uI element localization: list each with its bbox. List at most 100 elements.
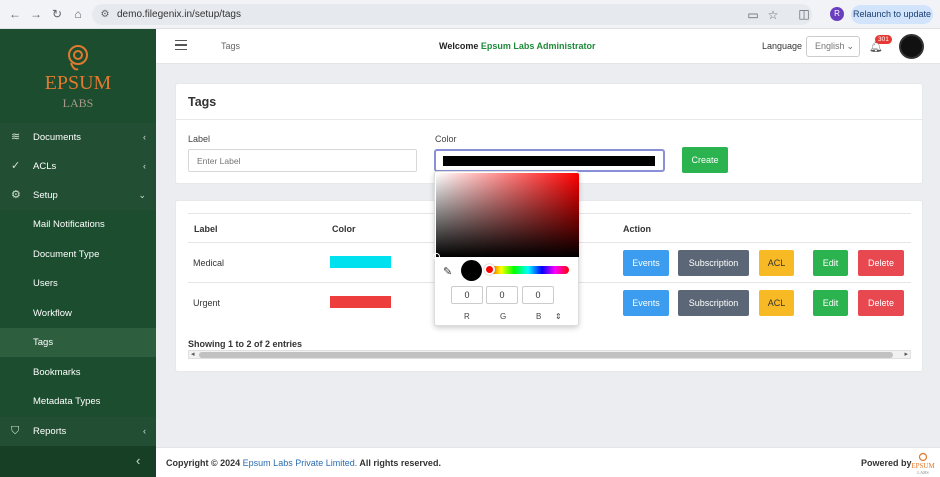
format-toggle-icon[interactable]: ⇕ <box>555 312 562 321</box>
user-avatar[interactable] <box>899 34 924 59</box>
epsum-labs-logo[interactable]: EPSUM LABS <box>38 39 118 119</box>
copyright-text: Copyright © 2024 Epsum Labs Private Limi… <box>166 458 441 468</box>
install-app-icon[interactable]: ▭ <box>746 8 760 22</box>
row-label: Medical <box>193 258 225 268</box>
acl-button[interactable]: ACL <box>759 290 794 316</box>
copyright-suffix: All rights reserved. <box>359 458 441 468</box>
green-label: G <box>500 312 507 321</box>
sidebar-item-label: Users <box>33 278 58 289</box>
site-settings-icon[interactable]: ⚙ <box>98 8 112 22</box>
events-button[interactable]: Events <box>623 250 669 276</box>
home-icon[interactable]: ⌂ <box>71 7 85 21</box>
sidebar-item-label: Setup <box>33 190 58 201</box>
eyedropper-icon[interactable]: ✎ <box>443 265 452 278</box>
subscription-button[interactable]: Subscription <box>678 290 749 316</box>
chevron-left-icon: ‹ <box>143 132 146 142</box>
saturation-handle[interactable] <box>433 253 440 260</box>
browser-profile-avatar[interactable]: R <box>830 7 844 21</box>
sidebar-item-label: Tags <box>33 337 54 348</box>
delete-button[interactable]: Delete <box>858 250 904 276</box>
scroll-left-icon[interactable]: ◂ <box>191 350 195 358</box>
footer-logo-subtext: LABS <box>917 470 929 475</box>
horizontal-scrollbar[interactable]: ◂ ▸ <box>188 350 911 359</box>
sidebar-item-documents[interactable]: ≋ Documents ‹ <box>0 123 156 152</box>
edit-button[interactable]: Edit <box>813 250 848 276</box>
label-input[interactable] <box>188 149 417 172</box>
sidebar-item-bookmarks[interactable]: Bookmarks <box>0 358 156 387</box>
subscription-button[interactable]: Subscription <box>678 250 749 276</box>
scroll-right-icon[interactable]: ▸ <box>904 350 908 358</box>
notification-badge: 301 <box>875 35 892 44</box>
reload-icon[interactable]: ↻ <box>50 7 64 21</box>
blue-input[interactable]: 0 <box>522 286 554 304</box>
acl-button[interactable]: ACL <box>759 250 794 276</box>
sidebar-item-label: Reports <box>33 426 67 437</box>
sidebar-item-label: ACLs <box>33 161 57 172</box>
layers-icon: ≋ <box>11 131 21 143</box>
shield-icon: ⛉ <box>11 425 20 437</box>
sidebar-item-label: Mail Notifications <box>33 219 105 230</box>
logo-text: EPSUM <box>45 72 112 94</box>
extensions-icon[interactable]: ◫ <box>797 7 811 21</box>
tag-form-card: Tags Label Color Create <box>175 83 923 184</box>
blue-label: B <box>536 312 542 321</box>
footer-logo: EPSUM LABS <box>911 452 935 475</box>
language-select[interactable]: English ⌄ <box>806 36 860 57</box>
scrollbar-thumb[interactable] <box>199 352 893 358</box>
saturation-value-area[interactable] <box>433 173 579 260</box>
language-value: English <box>815 41 845 51</box>
hue-slider[interactable] <box>487 266 569 274</box>
sidebar-item-label: Workflow <box>33 308 72 319</box>
column-header-label[interactable]: Label <box>194 224 218 234</box>
delete-button[interactable]: Delete <box>858 290 904 316</box>
copyright-prefix: Copyright © 2024 <box>166 458 241 468</box>
language-label: Language <box>762 41 803 51</box>
footer-logo-text: EPSUM <box>911 462 935 470</box>
bookmark-star-icon[interactable]: ☆ <box>766 8 780 22</box>
row-color-swatch <box>330 256 391 268</box>
sidebar-item-label: Metadata Types <box>33 396 101 407</box>
chevron-left-icon: ‹ <box>143 161 146 171</box>
edit-button[interactable]: Edit <box>813 290 848 316</box>
sidebar-item-metadata-types[interactable]: Metadata Types <box>0 387 156 416</box>
sidebar-item-tags[interactable]: Tags <box>0 328 156 357</box>
sidebar-item-users[interactable]: Users <box>0 269 156 298</box>
forward-icon[interactable]: → <box>29 7 43 21</box>
row-label: Urgent <box>193 298 221 308</box>
color-input[interactable] <box>434 149 665 172</box>
sidebar-item-acls[interactable]: ✓ ACLs ‹ <box>0 152 156 181</box>
label-field-label: Label <box>188 134 211 144</box>
topbar: Tags Welcome Epsum Labs Administrator La… <box>156 29 940 64</box>
chevron-down-icon: ⌄ <box>846 41 854 51</box>
collapse-sidebar-icon[interactable]: ‹ <box>136 453 140 468</box>
sidebar-item-mail-notifications[interactable]: Mail Notifications <box>0 210 156 239</box>
column-header-color[interactable]: Color <box>332 224 356 234</box>
color-field-label: Color <box>435 134 457 144</box>
hue-slider-handle[interactable] <box>484 264 495 275</box>
table-info: Showing 1 to 2 of 2 entries <box>188 339 303 349</box>
company-link[interactable]: Epsum Labs Private Limited. <box>243 458 358 468</box>
check-circle-icon: ✓ <box>11 160 21 172</box>
red-input[interactable]: 0 <box>451 286 483 304</box>
chevron-down-icon: ⌄ <box>138 190 146 200</box>
welcome-username: Epsum Labs Administrator <box>480 41 596 51</box>
page-title: Tags <box>188 95 217 109</box>
menu-toggle-icon[interactable] <box>175 40 187 50</box>
sidebar-item-workflow[interactable]: Workflow <box>0 299 156 328</box>
address-bar[interactable]: ⚙ demo.filegenix.in/setup/tags ▭ ☆ <box>92 4 812 25</box>
green-input[interactable]: 0 <box>486 286 518 304</box>
sidebar-item-label: Bookmarks <box>33 367 81 378</box>
color-swatch <box>443 156 655 166</box>
create-button[interactable]: Create <box>682 147 728 173</box>
sidebar-item-reports[interactable]: ⛉ Reports ‹ <box>0 417 156 446</box>
gear-icon: ⚙ <box>11 189 21 201</box>
sidebar-item-setup[interactable]: ⚙ Setup ⌄ <box>0 181 156 210</box>
events-button[interactable]: Events <box>623 290 669 316</box>
relaunch-button[interactable]: Relaunch to update <box>851 5 933 24</box>
sidebar-collapse-bar: ‹ <box>0 446 156 477</box>
sidebar-item-document-type[interactable]: Document Type <box>0 240 156 269</box>
back-icon[interactable]: ← <box>8 7 22 21</box>
footer: Copyright © 2024 Epsum Labs Private Limi… <box>156 447 940 477</box>
column-header-action: Action <box>623 224 651 234</box>
sidebar: EPSUM LABS ≋ Documents ‹ ✓ ACLs ‹ ⚙ Setu… <box>0 29 156 477</box>
